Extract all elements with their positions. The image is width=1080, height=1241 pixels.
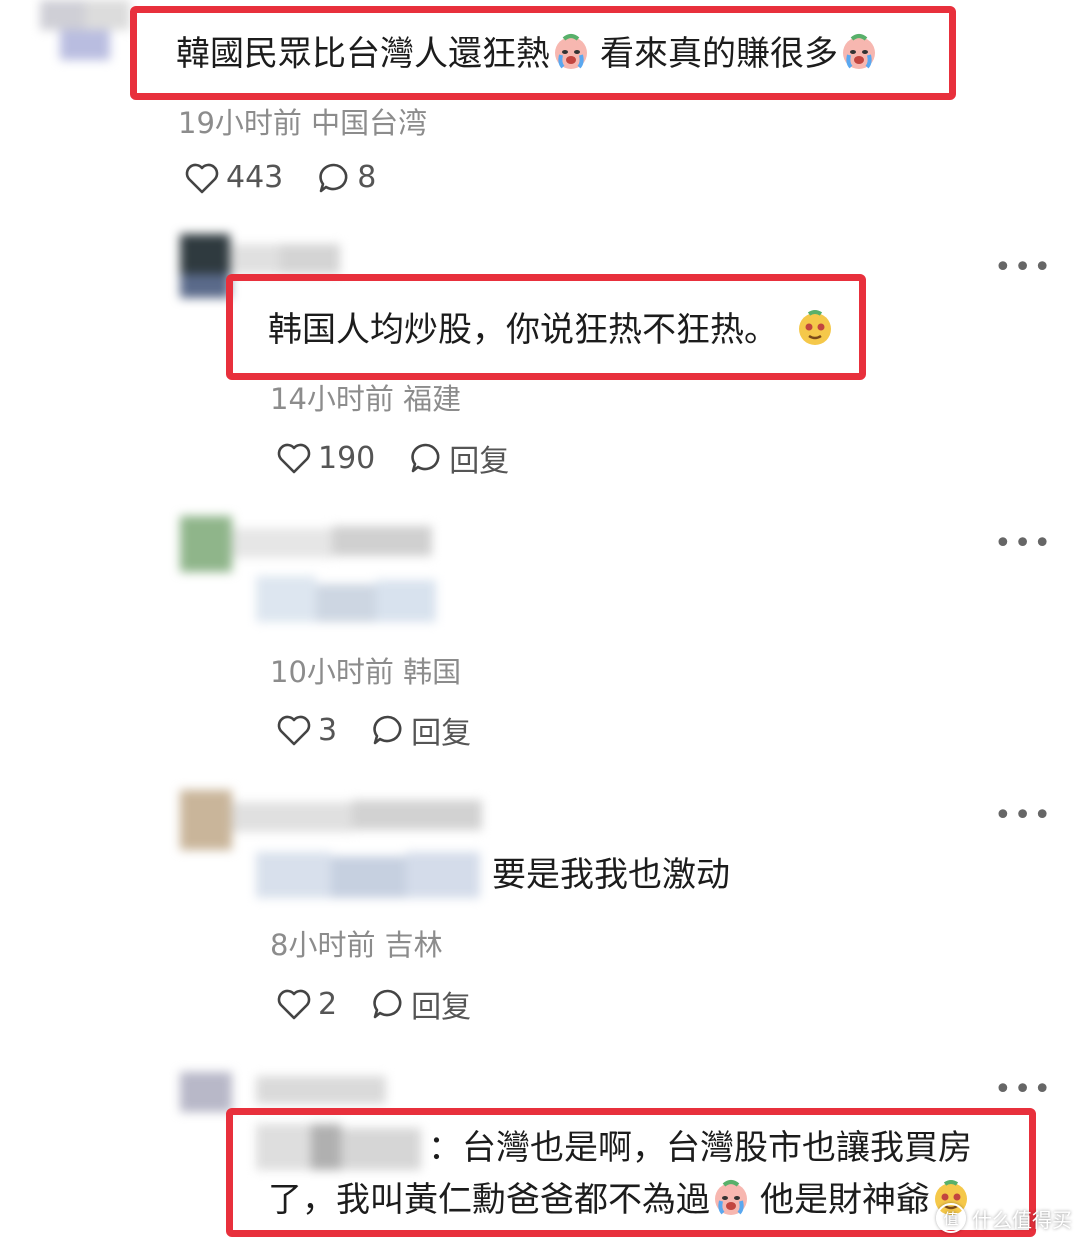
like-button[interactable]: 190 (276, 441, 375, 476)
reply-button[interactable]: 回复 (409, 436, 509, 480)
highlight-box (226, 1108, 1036, 1237)
comment-meta: 10小时前 韩国 (270, 655, 462, 689)
reply-label: 回复 (449, 444, 510, 479)
comment-actions: 2 回复 (276, 982, 505, 1026)
avatar[interactable] (160, 516, 460, 576)
comment-meta: 19小时前 中国台湾 (178, 106, 428, 140)
avatar[interactable] (160, 790, 490, 850)
comment-meta: 14小时前 福建 (270, 382, 462, 416)
avatar[interactable] (160, 1052, 390, 1116)
reply-button[interactable]: 回复 (371, 982, 471, 1026)
comment-actions: 190 回复 (276, 436, 543, 480)
comment-actions: 443 8 (184, 160, 410, 195)
avatar[interactable] (40, 0, 130, 60)
more-dots-icon[interactable]: ••• (994, 1072, 1053, 1107)
like-count: 2 (318, 986, 338, 1022)
comment-meta: 8小时前 吉林 (270, 928, 443, 962)
speech-bubble-icon (319, 163, 348, 192)
reply-button[interactable]: 8 (317, 160, 376, 195)
speech-bubble-icon (373, 989, 402, 1019)
highlight-box (130, 6, 956, 100)
mention-username[interactable] (256, 852, 480, 898)
like-button[interactable]: 3 (276, 713, 337, 748)
reply-label: 回复 (411, 990, 472, 1025)
like-count: 3 (318, 712, 338, 748)
comment-text (256, 576, 436, 622)
heart-outline-icon (277, 715, 311, 746)
more-dots-icon[interactable]: ••• (994, 526, 1053, 561)
reply-label: 回复 (411, 716, 472, 751)
reply-count: 8 (357, 160, 377, 195)
speech-bubble-icon (373, 715, 402, 745)
watermark: 值 什么值得买 (936, 1203, 1072, 1233)
reply-button[interactable]: 回复 (371, 708, 471, 752)
heart-outline-icon (277, 443, 311, 474)
more-dots-icon[interactable]: ••• (994, 798, 1053, 833)
highlight-box (226, 274, 866, 380)
heart-outline-icon (277, 989, 311, 1020)
speech-bubble-icon (411, 443, 440, 473)
logo-icon: 值 (936, 1203, 966, 1233)
heart-outline-icon (185, 163, 219, 193)
like-button[interactable]: 2 (276, 987, 337, 1022)
like-count: 190 (318, 440, 376, 476)
comment-actions: 3 回复 (276, 708, 505, 752)
like-button[interactable]: 443 (184, 160, 283, 195)
comment-text: 要是我我也激动 (492, 855, 730, 895)
more-dots-icon[interactable]: ••• (994, 250, 1053, 285)
like-count: 443 (226, 160, 284, 195)
